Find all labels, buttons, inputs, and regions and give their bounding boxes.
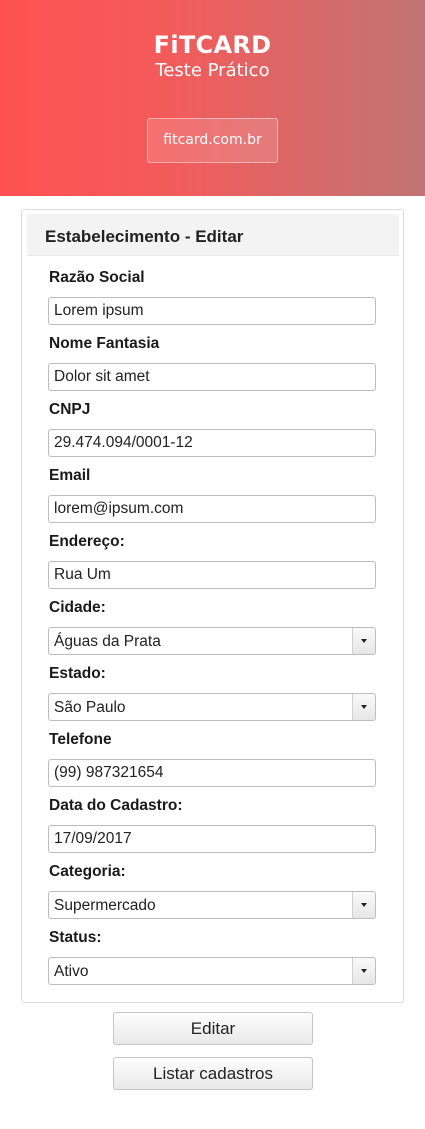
telefone-label: Telefone — [49, 731, 112, 748]
panel-title: Estabelecimento - Editar — [27, 214, 399, 256]
brand-logo: FiTCARD — [153, 31, 272, 59]
data-cadastro-label: Data do Cadastro: — [49, 797, 183, 814]
categoria-label: Categoria: — [49, 863, 126, 880]
status-selected-value: Ativo — [54, 963, 89, 980]
cnpj-input[interactable] — [48, 429, 376, 457]
estado-label: Estado: — [49, 665, 106, 682]
status-dropdown-button[interactable] — [352, 958, 375, 984]
cidade-select[interactable]: Águas da Prata — [48, 627, 376, 655]
data-cadastro-input[interactable] — [48, 825, 376, 853]
edit-button[interactable]: Editar — [113, 1012, 313, 1045]
estado-select[interactable]: São Paulo — [48, 693, 376, 721]
chevron-down-icon — [361, 705, 367, 709]
email-label: Email — [49, 467, 91, 484]
razao-social-input[interactable] — [48, 297, 376, 325]
cidade-label: Cidade: — [49, 599, 106, 616]
endereco-input[interactable] — [48, 561, 376, 589]
nome-fantasia-input[interactable] — [48, 363, 376, 391]
page-header: FiTCARD Teste Prático fitcard.com.br — [0, 0, 425, 196]
status-select[interactable]: Ativo — [48, 957, 376, 985]
email-input[interactable] — [48, 495, 376, 523]
estado-selected-value: São Paulo — [54, 699, 126, 716]
chevron-down-icon — [361, 639, 367, 643]
estado-dropdown-button[interactable] — [352, 694, 375, 720]
categoria-dropdown-button[interactable] — [352, 892, 375, 918]
site-link-button[interactable]: fitcard.com.br — [147, 118, 278, 163]
chevron-down-icon — [361, 969, 367, 973]
telefone-input[interactable] — [48, 759, 376, 787]
chevron-down-icon — [361, 903, 367, 907]
categoria-select[interactable]: Supermercado — [48, 891, 376, 919]
razao-social-label: Razão Social — [49, 269, 145, 286]
cidade-dropdown-button[interactable] — [352, 628, 375, 654]
list-records-button[interactable]: Listar cadastros — [113, 1057, 313, 1090]
edit-panel: Estabelecimento - Editar Razão Social No… — [21, 209, 404, 1003]
endereco-label: Endereço: — [49, 533, 125, 550]
cidade-selected-value: Águas da Prata — [54, 633, 161, 650]
cnpj-label: CNPJ — [49, 401, 91, 418]
nome-fantasia-label: Nome Fantasia — [49, 335, 160, 352]
status-label: Status: — [49, 929, 102, 946]
page-subtitle: Teste Prático — [155, 60, 270, 81]
categoria-selected-value: Supermercado — [54, 897, 156, 914]
